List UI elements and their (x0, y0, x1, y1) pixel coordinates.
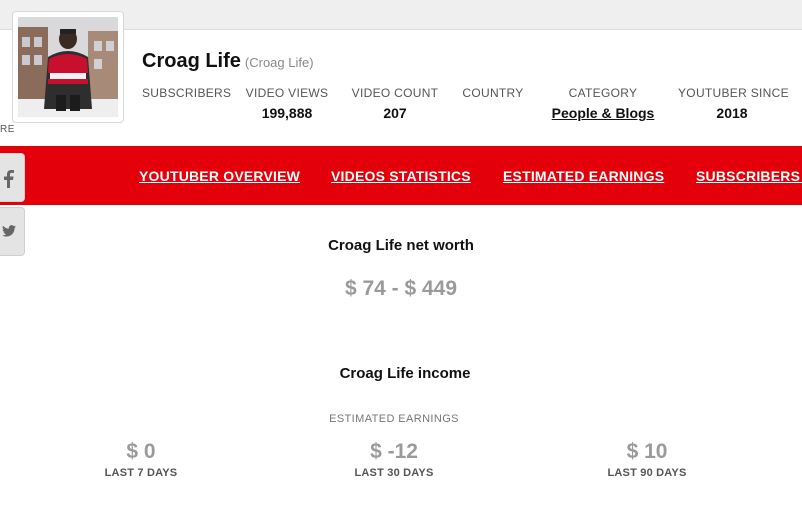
earnings-period-label: LAST 30 DAYS (354, 467, 434, 479)
stat-country: COUNTRY (460, 86, 526, 122)
section-nav: YOUTUBER OVERVIEW VIDEOS STATISTICS ESTI… (0, 146, 802, 205)
stat-label: COUNTRY (462, 86, 524, 100)
nav-estimated-earnings[interactable]: ESTIMATED EARNINGS (503, 168, 664, 184)
earnings-value: $ 0 (126, 440, 156, 463)
avatar (18, 17, 118, 117)
stat-video-count: VIDEO COUNT 207 (350, 86, 440, 122)
stat-youtuber-since: YOUTUBER SINCE 2018 (678, 86, 789, 122)
net-worth-value: $ 74 - $ 449 (344, 277, 458, 300)
earnings-value: $ -12 (370, 440, 418, 463)
stat-label: YOUTUBER SINCE (678, 86, 789, 100)
estimated-earnings-label: ESTIMATED EARNINGS (329, 413, 459, 425)
stat-value (460, 105, 526, 122)
facebook-share-button[interactable] (0, 153, 25, 202)
nav-youtuber-overview[interactable]: YOUTUBER OVERVIEW (139, 168, 300, 184)
category-link[interactable]: People & Blogs (548, 105, 658, 122)
nav-subscribers-live[interactable]: SUBSCRIBERS LIVE (696, 168, 802, 184)
earnings-90-days: $ 10 LAST 90 DAYS (577, 440, 717, 479)
earnings-value: $ 10 (626, 440, 668, 463)
stat-subscribers: SUBSCRIBERS (142, 86, 232, 122)
avatar-image (18, 17, 118, 117)
stat-value: 207 (383, 105, 407, 121)
earnings-period-label: LAST 7 DAYS (104, 467, 178, 479)
earnings-period-label: LAST 90 DAYS (607, 467, 687, 479)
stat-label: VIDEO COUNT (351, 86, 439, 100)
stat-video-views: VIDEO VIEWS 199,888 (245, 86, 329, 122)
channel-name: Croag Life (142, 50, 241, 72)
channel-handle: (Croag Life) (244, 55, 314, 70)
net-worth-title: Croag Life net worth (328, 237, 474, 254)
channel-avatar[interactable] (12, 11, 124, 123)
stat-label: VIDEO VIEWS (245, 86, 329, 100)
share-label: RE (0, 124, 15, 135)
stat-label: CATEGORY (568, 86, 638, 100)
earnings-7-days: $ 0 LAST 7 DAYS (71, 440, 211, 479)
channel-title: Croag Life (Croag Life) (142, 50, 314, 73)
earnings-30-days: $ -12 LAST 30 DAYS (324, 440, 464, 479)
nav-videos-statistics[interactable]: VIDEOS STATISTICS (331, 168, 471, 184)
stat-category: CATEGORY People & Blogs (548, 86, 658, 122)
stat-label: SUBSCRIBERS (142, 86, 232, 100)
facebook-icon (4, 170, 14, 188)
income-title: Croag Life income (339, 365, 471, 382)
stat-value: 199,888 (261, 105, 313, 121)
stat-value (142, 105, 226, 122)
stat-value: 2018 (716, 105, 748, 121)
twitter-icon (2, 225, 16, 237)
